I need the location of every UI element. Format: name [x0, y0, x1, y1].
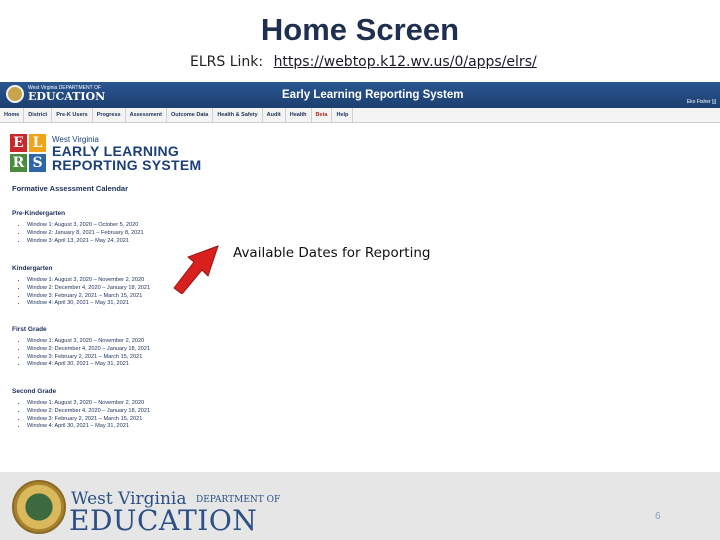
nav-assessment[interactable]: Assessment [126, 107, 168, 123]
list-item: Window 3: February 2, 2021 – March 15, 2… [27, 416, 150, 424]
link-label: ELRS Link: [190, 54, 264, 70]
nav-home[interactable]: Home [0, 107, 25, 123]
list-item: Window 2: January 8, 2021 – February 8, … [27, 230, 144, 238]
red-arrow-icon [173, 245, 219, 294]
elrs-link-line: ELRS Link: https://webtop.k12.wv.us/0/ap… [190, 54, 537, 70]
nav-help[interactable]: Help [332, 107, 354, 123]
list-item: Window 2: December 4, 2020 – January 18,… [27, 285, 150, 293]
elrs-screenshot: West Virginia DEPARTMENT OF EDUCATION Ea… [0, 82, 720, 472]
grade-heading: First Grade [12, 326, 47, 333]
elrs-logo: E L R S West Virginia EARLY LEARNING REP… [10, 134, 201, 172]
list-item: Window 3: February 2, 2021 – March 15, 2… [27, 293, 150, 301]
tile-l: L [29, 134, 46, 152]
nav-health-safety[interactable]: Health & Safety [213, 107, 263, 123]
state-seal-icon [12, 480, 66, 534]
grade-heading: Kindergarten [12, 265, 53, 272]
system-title: Early Learning Reporting System [282, 89, 464, 101]
list-item: Window 4: April 30, 2021 – May 31, 2021 [27, 361, 150, 369]
nav-district[interactable]: District [24, 107, 53, 123]
nav-health[interactable]: Health [286, 107, 312, 123]
nav-progress[interactable]: Progress [93, 107, 126, 123]
state-seal-icon [6, 85, 24, 103]
list-item: Window 1: August 3, 2020 – November 2, 2… [27, 400, 150, 408]
grade-heading: Pre-Kindergarten [12, 210, 66, 217]
elrs-line2: REPORTING SYSTEM [52, 157, 202, 173]
slide-title: Home Screen [260, 12, 460, 47]
elrs-link[interactable]: https://webtop.k12.wv.us/0/apps/elrs/ [274, 54, 537, 70]
elrs-tiles: E L R S [10, 134, 46, 172]
list-item: Window 2: December 4, 2020 – January 18,… [27, 408, 150, 416]
footer: West Virginia DEPARTMENT OF EDUCATION 6 [0, 472, 720, 540]
list-item: Window 1: August 3, 2020 – November 2, 2… [27, 338, 150, 346]
logo-line2: EDUCATION [28, 90, 106, 103]
window-list: Window 1: August 3, 2020 – November 2, 2… [20, 400, 150, 431]
main-nav: Home District Pre-K Users Progress Asses… [0, 107, 720, 123]
grade-heading: Second Grade [12, 388, 57, 395]
user-name[interactable]: Eko Fisher [j] [687, 99, 716, 105]
list-item: Window 3: April 13, 2021 – May 24, 2021 [27, 238, 144, 246]
list-item: Window 1: August 3, 2020 – October 5, 20… [27, 222, 144, 230]
tile-r: R [10, 154, 27, 172]
list-item: Window 1: August 3, 2020 – November 2, 2… [27, 277, 150, 285]
wvde-logo[interactable]: West Virginia DEPARTMENT OF EDUCATION [6, 85, 105, 103]
list-item: Window 4: April 30, 2021 – May 31, 2021 [27, 423, 150, 431]
window-list: Window 1: August 3, 2020 – October 5, 20… [20, 222, 144, 245]
list-item: Window 3: February 2, 2021 – March 15, 2… [27, 354, 150, 362]
window-list: Window 1: August 3, 2020 – November 2, 2… [20, 277, 150, 308]
list-item: Window 4: April 30, 2021 – May 31, 2021 [27, 300, 150, 308]
nav-outcome-data[interactable]: Outcome Data [167, 107, 214, 123]
calendar-title: Formative Assessment Calendar [12, 184, 129, 193]
callout-text: Available Dates for Reporting [233, 245, 431, 261]
window-list: Window 1: August 3, 2020 – November 2, 2… [20, 338, 150, 369]
app-header: West Virginia DEPARTMENT OF EDUCATION Ea… [0, 82, 720, 108]
nav-prek-users[interactable]: Pre-K Users [52, 107, 93, 123]
footer-edu: EDUCATION [69, 504, 258, 537]
page-number: 6 [655, 511, 661, 522]
list-item: Window 2: December 4, 2020 – January 18,… [27, 346, 150, 354]
tile-s: S [29, 154, 46, 172]
elrs-line1: EARLY LEARNING [52, 143, 180, 159]
nav-audit[interactable]: Audit [263, 107, 286, 123]
nav-beta[interactable]: Beta [312, 107, 333, 123]
tile-e: E [10, 134, 27, 152]
